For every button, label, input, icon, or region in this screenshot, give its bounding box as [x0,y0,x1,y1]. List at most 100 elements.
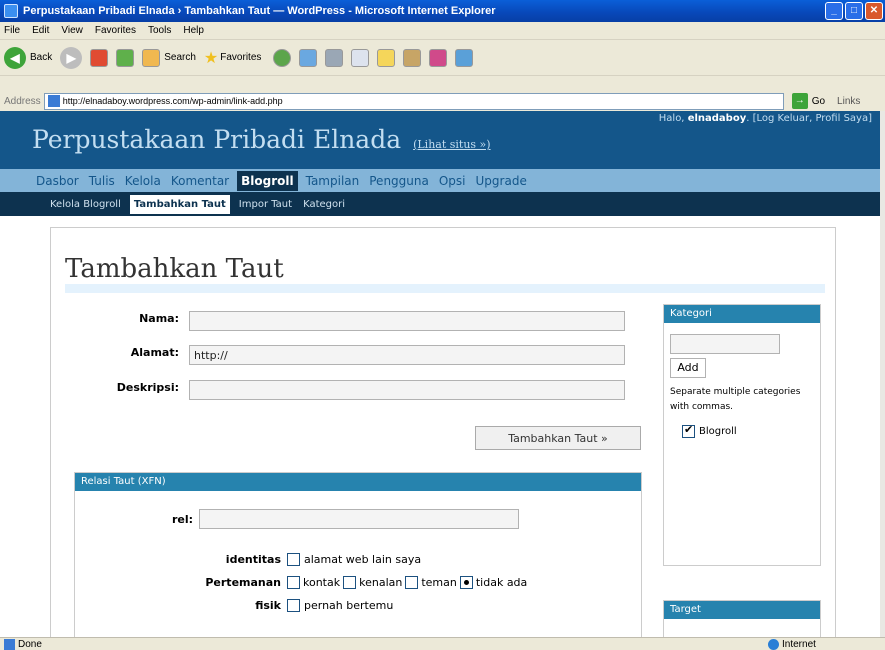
home-icon[interactable] [142,48,161,67]
nav-upgrade[interactable]: Upgrade [474,172,529,190]
greeting: Halo, [658,113,685,124]
menu-favorites[interactable]: Favorites [95,25,136,36]
user-links[interactable]: . [Log Keluar, Profil Saya] [746,113,872,124]
rel-input[interactable] [199,509,519,529]
status-page-icon [4,638,15,650]
research-icon[interactable] [403,48,422,67]
content-wrap: Tambahkan Taut Nama: Alamat: http:// Des… [50,227,836,637]
status-text: Done [18,638,42,650]
links-button[interactable]: Links [837,96,860,107]
ie-icon [4,4,18,18]
url-input[interactable]: http:// [189,345,625,365]
people-icon[interactable] [455,48,474,67]
teman-label: teman [421,576,457,589]
back-icon[interactable]: ◀ [4,46,26,69]
window-title: Perpustakaan Pribadi Elnada › Tambahkan … [23,5,496,17]
menu-help[interactable]: Help [183,25,204,36]
rel-row: rel: [135,509,519,529]
go-button[interactable]: → Go [791,93,825,109]
folder-icon[interactable] [377,48,396,67]
url-label: Alamat: [130,346,179,359]
star-icon: ★ [203,49,219,67]
nav-tulis[interactable]: Tulis [87,172,117,190]
physical-row: fisik pernah bertemu [175,599,393,612]
go-arrow-icon: → [791,93,808,109]
maximize-button[interactable]: □ [845,2,863,20]
name-input[interactable] [189,311,625,331]
category-item-blogroll[interactable]: Blogroll [682,423,737,438]
menu-tools[interactable]: Tools [148,25,171,36]
category-box: Kategori Add Separate multiple categorie… [663,304,821,566]
radio-kontak[interactable] [287,576,300,589]
kontak-label: kontak [303,576,341,589]
radio-tidak-ada[interactable] [459,576,473,589]
stop-icon[interactable] [90,48,109,67]
name-label: Nama: [139,312,179,325]
nav-opsi[interactable]: Opsi [437,172,468,190]
rel-label: rel: [171,512,193,526]
description-input[interactable] [189,380,625,400]
menu-file[interactable]: File [4,25,20,36]
new-category-input[interactable] [670,334,780,354]
site-title: Perpustakaan Pribadi Elnada (Lihat situs… [32,125,491,154]
history-icon[interactable] [273,48,292,67]
friendship-label: Pertemanan [205,576,281,589]
target-box: Target [663,600,821,637]
subnav-kategori[interactable]: Kategori [301,196,347,213]
close-button[interactable]: ✕ [865,2,883,20]
browser-toolbar: ◀ Back ▶ Search ★ Favorites [0,40,885,76]
print-icon[interactable] [325,48,344,67]
address-bar: Address http://elnadaboy.wordpress.com/w… [0,91,885,111]
target-box-title: Target [664,601,820,619]
address-label: Address [4,95,41,107]
physical-label: fisik [255,599,281,612]
messenger-icon[interactable] [429,48,448,67]
vertical-scrollbar[interactable] [880,111,885,637]
status-bar: Done Internet [0,637,885,650]
search-button[interactable]: Search [164,52,196,63]
page-icon [47,95,60,107]
view-site-link[interactable]: (Lihat situs ») [413,138,491,151]
menu-bar: File Edit View Favorites Tools Help [0,22,885,40]
tidak-ada-label: tidak ada [475,576,528,589]
physical-checkbox[interactable] [287,599,300,612]
favorites-button[interactable]: Favorites [220,52,261,63]
physical-option-label: pernah bertemu [304,599,394,612]
user-name: elnadaboy [687,113,747,124]
menu-view[interactable]: View [61,25,83,36]
nav-blogroll[interactable]: Blogroll [237,170,298,191]
menu-edit[interactable]: Edit [32,25,49,36]
forward-icon[interactable]: ▶ [60,46,83,69]
nav-komentar[interactable]: Komentar [169,172,231,190]
xfn-box-title: Relasi Taut (XFN) [75,473,641,491]
admin-subnav: Kelola Blogroll Tambahkan Taut Impor Tau… [0,192,880,216]
blogroll-checkbox[interactable] [682,423,695,438]
nav-pengguna[interactable]: Pengguna [367,172,431,190]
add-link-button[interactable]: Tambahkan Taut » [475,426,641,450]
mail-icon[interactable] [299,48,318,67]
nav-kelola[interactable]: Kelola [123,172,163,190]
identity-label: identitas [225,553,281,566]
subnav-kelola-blogroll[interactable]: Kelola Blogroll [48,196,123,213]
window-titlebar: Perpustakaan Pribadi Elnada › Tambahkan … [0,0,885,22]
nav-tampilan[interactable]: Tampilan [304,172,362,190]
edit-icon[interactable] [351,48,370,67]
category-hint: Separate multiple categories with commas… [670,387,801,412]
subnav-impor-taut[interactable]: Impor Taut [237,196,294,213]
nav-dasbor[interactable]: Dasbor [34,172,81,190]
xfn-box: Relasi Taut (XFN) rel: identitas alamat … [74,472,642,637]
description-label: Deskripsi: [116,381,179,394]
minimize-button[interactable]: _ [825,2,843,20]
add-category-button[interactable]: Add [670,358,706,378]
identity-checkbox[interactable] [287,553,300,566]
radio-kenalan[interactable] [343,576,357,589]
globe-icon [768,638,779,650]
refresh-icon[interactable] [116,48,135,67]
security-zone: Internet [768,638,816,650]
wp-header: Perpustakaan Pribadi Elnada (Lihat situs… [0,111,880,169]
subnav-tambahkan-taut[interactable]: Tambahkan Taut [129,194,230,214]
radio-teman[interactable] [405,576,419,589]
back-button[interactable]: Back [30,52,52,63]
identity-row: identitas alamat web lain saya [175,553,421,566]
address-input[interactable]: http://elnadaboy.wordpress.com/wp-admin/… [43,92,784,110]
